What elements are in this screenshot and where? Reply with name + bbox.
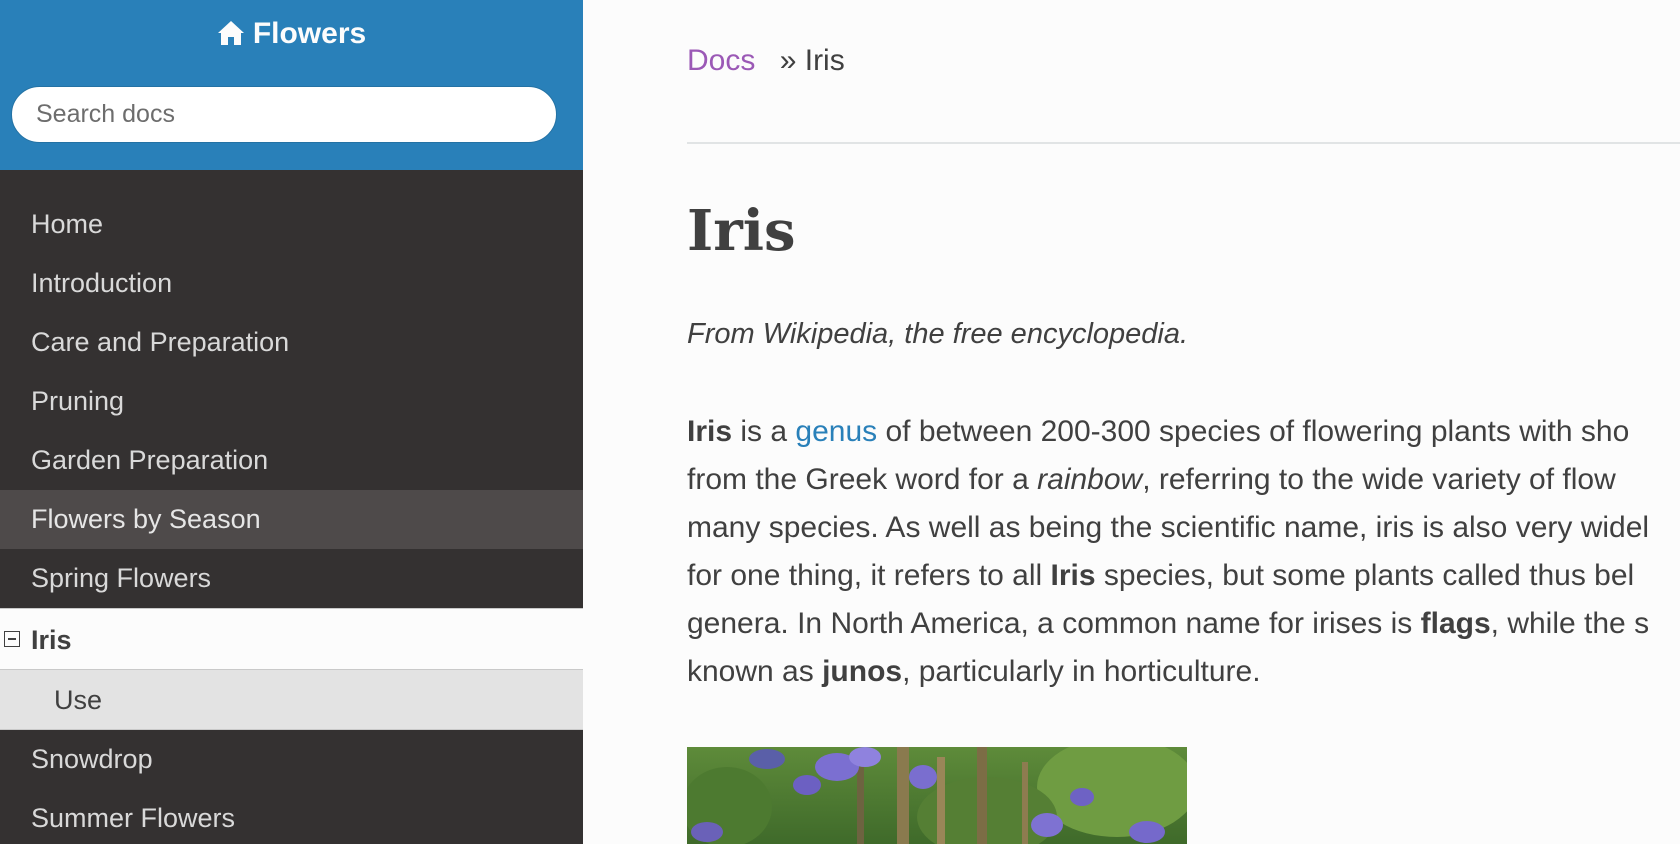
sidebar-header: Flowers (0, 0, 583, 170)
text: known as (687, 655, 823, 688)
bold-term: Iris (687, 415, 733, 448)
brand-link[interactable]: Flowers (0, 16, 583, 55)
intro-paragraph: Iris is a genus of between 200-300 speci… (687, 408, 1680, 696)
sidebar-item-spring-flowers[interactable]: Spring Flowers (0, 549, 583, 608)
sidebar-item-iris-current[interactable]: Iris (0, 608, 583, 670)
breadcrumb-separator: » (779, 44, 797, 77)
sidebar-item-garden-preparation[interactable]: Garden Preparation (0, 431, 583, 490)
sidebar-item-flowers-by-season[interactable]: Flowers by Season (0, 490, 583, 549)
sidebar-item-home[interactable]: Home (0, 195, 583, 254)
text: many species. As well as being the scien… (687, 511, 1650, 544)
text: genera. In North America, a common name … (687, 607, 1421, 640)
bold-term: flags (1420, 607, 1491, 640)
page-title: Iris (687, 198, 796, 264)
text: , while the s (1490, 607, 1650, 640)
text: is a (732, 415, 796, 448)
sidebar-subitem-use[interactable]: Use (0, 670, 583, 730)
home-icon (217, 19, 245, 55)
brand-label: Flowers (252, 17, 367, 50)
breadcrumb-docs-link[interactable]: Docs (687, 44, 755, 77)
text: , referring to the wide variety of flow (1142, 463, 1616, 496)
main-content: Docs » Iris Iris From Wikipedia, the fre… (687, 0, 1680, 844)
sidebar-item-introduction[interactable]: Introduction (0, 254, 583, 313)
text: , particularly in horticulture. (902, 655, 1261, 688)
sidebar: Flowers Home Introduction Care and Prepa… (0, 0, 583, 844)
bold-term: Iris (1050, 559, 1096, 592)
header-divider (687, 142, 1680, 144)
sidebar-item-label: Iris (31, 625, 72, 655)
text: from the Greek word for a (687, 463, 1038, 496)
collapse-icon[interactable] (4, 631, 20, 647)
genus-link[interactable]: genus (795, 415, 877, 448)
source-note: From Wikipedia, the free encyclopedia. (687, 318, 1189, 350)
sidebar-item-snowdrop[interactable]: Snowdrop (0, 730, 583, 789)
iris-photo (687, 747, 1187, 844)
italic-term: rainbow (1037, 463, 1143, 496)
sidebar-item-summer-flowers[interactable]: Summer Flowers (0, 789, 583, 844)
search-input[interactable] (11, 86, 557, 143)
text: of between 200-300 species of flowering … (877, 415, 1630, 448)
sidebar-item-care-and-preparation[interactable]: Care and Preparation (0, 313, 583, 372)
breadcrumb-current: Iris (804, 44, 845, 77)
text: for one thing, it refers to all (687, 559, 1051, 592)
sidebar-nav: Home Introduction Care and Preparation P… (0, 195, 583, 844)
breadcrumb: Docs » Iris (687, 44, 845, 78)
text: species, but some plants called thus bel (1095, 559, 1635, 592)
bold-term: junos (822, 655, 903, 688)
sidebar-item-pruning[interactable]: Pruning (0, 372, 583, 431)
